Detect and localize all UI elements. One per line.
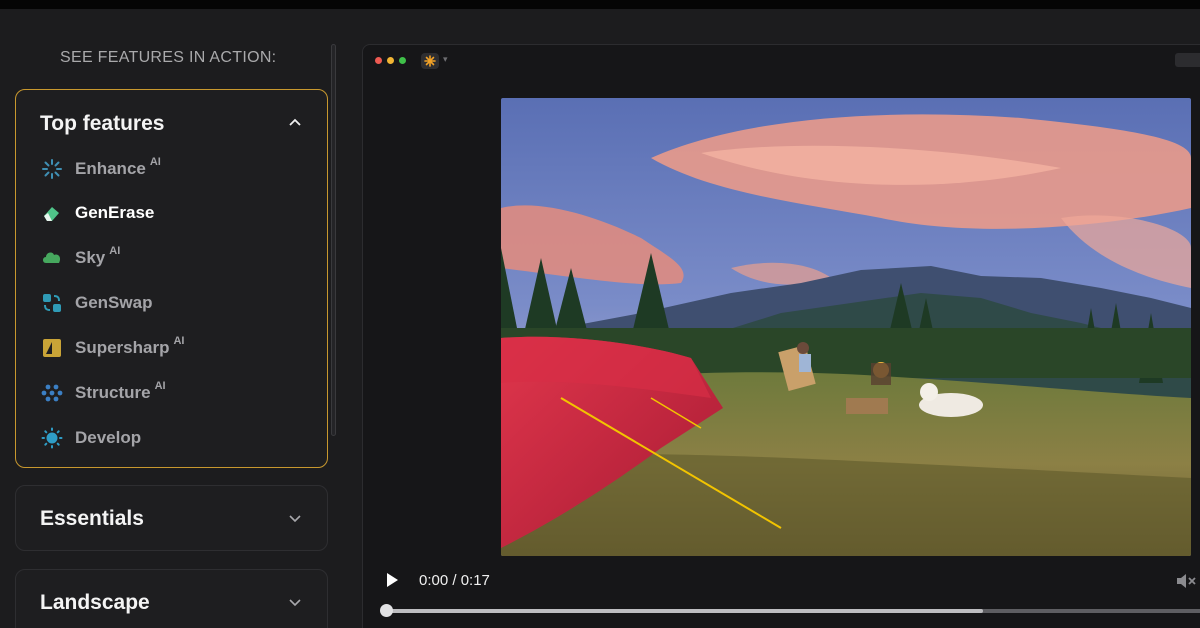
- close-dot-icon[interactable]: [375, 57, 382, 64]
- feature-label: Supersharp: [75, 338, 170, 357]
- top-bar: [0, 0, 1200, 9]
- essentials-title[interactable]: Essentials: [40, 507, 144, 531]
- feature-item-enhance[interactable]: Enhance AI: [41, 156, 311, 182]
- landscape-panel[interactable]: Landscape: [15, 569, 328, 628]
- video-time: 0:00 / 0:17: [419, 572, 490, 589]
- top-features-panel: Top features Enhance AI GenErase Sky AI …: [15, 89, 328, 468]
- feature-label: GenErase: [75, 203, 155, 222]
- video-frame-camping-scene[interactable]: [501, 98, 1191, 556]
- feature-label: GenSwap: [75, 293, 153, 312]
- camping-photo: [501, 98, 1191, 556]
- maximize-dot-icon[interactable]: [399, 57, 406, 64]
- buffered-progress: [385, 609, 983, 613]
- progress-handle[interactable]: [380, 604, 393, 617]
- cloud-icon: [41, 247, 63, 269]
- eraser-icon: [41, 202, 63, 224]
- minimize-dot-icon[interactable]: [387, 57, 394, 64]
- feature-item-structure[interactable]: Structure AI: [41, 380, 311, 406]
- landscape-title[interactable]: Landscape: [40, 591, 150, 615]
- feature-item-sky[interactable]: Sky AI: [41, 245, 311, 271]
- feature-label: Structure: [75, 383, 151, 402]
- ai-badge: AI: [149, 156, 161, 168]
- ai-badge: AI: [109, 245, 121, 257]
- sidebar-scrollbar[interactable]: [331, 44, 336, 436]
- muted-speaker-icon[interactable]: [1175, 571, 1197, 591]
- feature-item-develop[interactable]: Develop: [41, 425, 311, 451]
- feature-label: Enhance: [75, 159, 146, 178]
- chevron-up-icon[interactable]: [289, 117, 301, 129]
- structure-dots-icon: [41, 382, 63, 404]
- essentials-panel[interactable]: Essentials: [15, 485, 328, 551]
- chevron-down-icon[interactable]: [289, 596, 301, 608]
- ai-badge: AI: [173, 335, 185, 347]
- video-progress-bar[interactable]: [385, 609, 1200, 613]
- window-tab[interactable]: [1175, 53, 1200, 67]
- ai-badge: AI: [154, 380, 166, 392]
- app-window-preview: ▾ 0:00 / 0:17: [362, 44, 1200, 628]
- sun-develop-icon: [41, 427, 63, 449]
- enhance-sparkle-icon: [41, 158, 63, 180]
- window-controls: [375, 57, 406, 64]
- feature-item-generase[interactable]: GenErase: [41, 200, 311, 226]
- play-icon[interactable]: [385, 572, 399, 588]
- caret-down-icon[interactable]: ▾: [443, 54, 448, 65]
- video-controls: 0:00 / 0:17: [363, 557, 1200, 628]
- top-features-title[interactable]: Top features: [40, 112, 164, 136]
- sidebar-heading: SEE FEATURES IN ACTION:: [60, 49, 277, 66]
- sharpen-icon: [41, 337, 63, 359]
- feature-item-genswap[interactable]: GenSwap: [41, 290, 311, 316]
- app-logo-icon[interactable]: [421, 53, 439, 69]
- feature-label: Develop: [75, 428, 142, 447]
- feature-item-supersharp[interactable]: Supersharp AI: [41, 335, 311, 361]
- chevron-down-icon[interactable]: [289, 512, 301, 524]
- feature-label: Sky: [75, 248, 106, 267]
- swap-icon: [41, 292, 63, 314]
- features-sidebar: SEE FEATURES IN ACTION: Top features Enh…: [0, 9, 345, 628]
